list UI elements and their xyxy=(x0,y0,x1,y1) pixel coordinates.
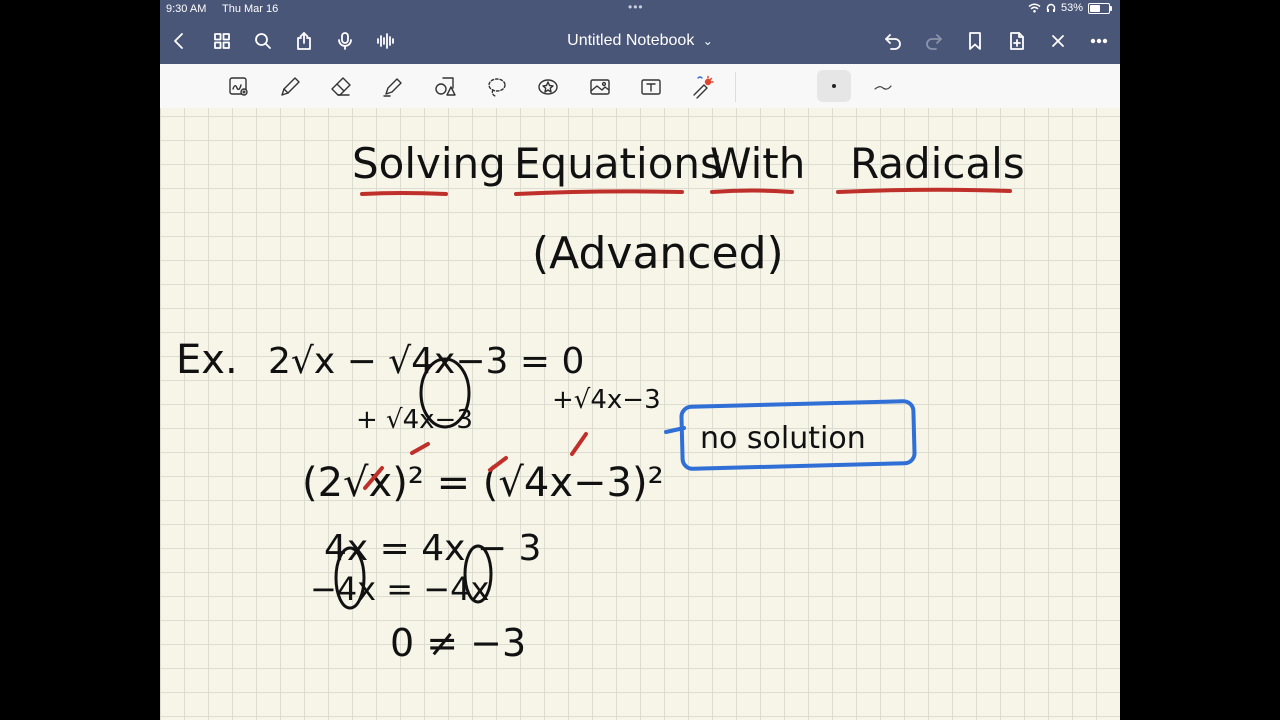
zoom-window-tool-icon[interactable] xyxy=(224,72,254,102)
title-word-1: Solving xyxy=(352,139,506,188)
status-bar: 9:30 AM Thu Mar 16 ••• 53% xyxy=(160,0,1120,18)
toolbar-separator xyxy=(735,72,736,102)
red-underline-1 xyxy=(360,191,448,196)
boxed-answer: no solution xyxy=(700,421,866,456)
headphones-icon xyxy=(1046,3,1056,12)
chevron-down-icon[interactable]: ⌄ xyxy=(703,34,713,48)
image-tool-icon[interactable] xyxy=(585,72,615,102)
undo-icon[interactable] xyxy=(880,28,906,54)
pen-thickness-fine-dot-icon[interactable] xyxy=(817,70,851,102)
notebook-title-text[interactable]: Untitled Notebook xyxy=(567,32,694,49)
title-word-2: Equations xyxy=(514,139,722,188)
note-title: Solving Equations With Radicals (Advance… xyxy=(352,139,1025,279)
handwriting-layer: Solving Equations With Radicals (Advance… xyxy=(176,139,1025,665)
red-underline-3 xyxy=(710,188,794,194)
wifi-icon xyxy=(1028,3,1041,13)
red-cancel-mark-4 xyxy=(570,432,588,456)
shapes-tool-icon[interactable] xyxy=(430,72,460,102)
no-solution-callout: no solution xyxy=(664,399,917,471)
highlighter-tool-icon[interactable] xyxy=(378,72,408,102)
redo-icon[interactable] xyxy=(921,28,947,54)
red-cancel-mark-2 xyxy=(410,442,430,455)
lasso-tool-icon[interactable] xyxy=(482,72,512,102)
equation-line-1-addend: +√4x−3 xyxy=(552,385,661,415)
equation-line-1: 2√x − √4x−3 = 0 xyxy=(268,341,584,382)
eraser-tool-icon[interactable] xyxy=(326,72,356,102)
laser-pointer-tool-icon[interactable] xyxy=(687,72,717,102)
equation-line-6: 0 ≠ −3 xyxy=(390,621,526,665)
title-word-3: With xyxy=(710,139,805,188)
status-date: Thu Mar 16 xyxy=(222,3,279,15)
title-word-4: Radicals xyxy=(850,139,1025,188)
worked-example: Ex. 2√x − √4x−3 = 0 +√4x−3 + √4x−3 (2√x)… xyxy=(176,337,664,665)
bookmark-icon[interactable] xyxy=(962,28,988,54)
example-label: Ex. xyxy=(176,337,238,383)
tool-bar xyxy=(160,64,1120,109)
red-underline-4 xyxy=(836,187,1012,194)
equation-line-2: + √4x−3 xyxy=(356,405,473,435)
text-tool-icon[interactable] xyxy=(636,72,666,102)
multitasking-dots-icon[interactable]: ••• xyxy=(628,0,644,14)
pen-tool-icon[interactable] xyxy=(275,72,305,102)
more-icon[interactable] xyxy=(1086,28,1112,54)
status-time: 9:30 AM xyxy=(166,3,207,15)
pen-thickness-stroke-icon[interactable] xyxy=(868,72,898,102)
battery-percent: 53% xyxy=(1060,2,1083,14)
notebook-page-canvas[interactable]: Solving Equations With Radicals (Advance… xyxy=(160,108,1120,720)
battery-icon xyxy=(1088,2,1112,14)
top-nav-bar: Untitled Notebook ⌄ xyxy=(160,18,1120,64)
note-subtitle: (Advanced) xyxy=(532,228,784,279)
ipad-screen: 9:30 AM Thu Mar 16 ••• 53% Untitled Note… xyxy=(160,0,1120,720)
add-page-icon[interactable] xyxy=(1004,28,1030,54)
equation-line-3: (2√x)² = (√4x−3)² xyxy=(302,460,664,506)
elements-sticker-tool-icon[interactable] xyxy=(533,72,563,102)
equation-line-4: 4x = 4x − 3 xyxy=(324,528,541,569)
close-icon[interactable] xyxy=(1045,28,1071,54)
red-underline-2 xyxy=(514,189,684,196)
